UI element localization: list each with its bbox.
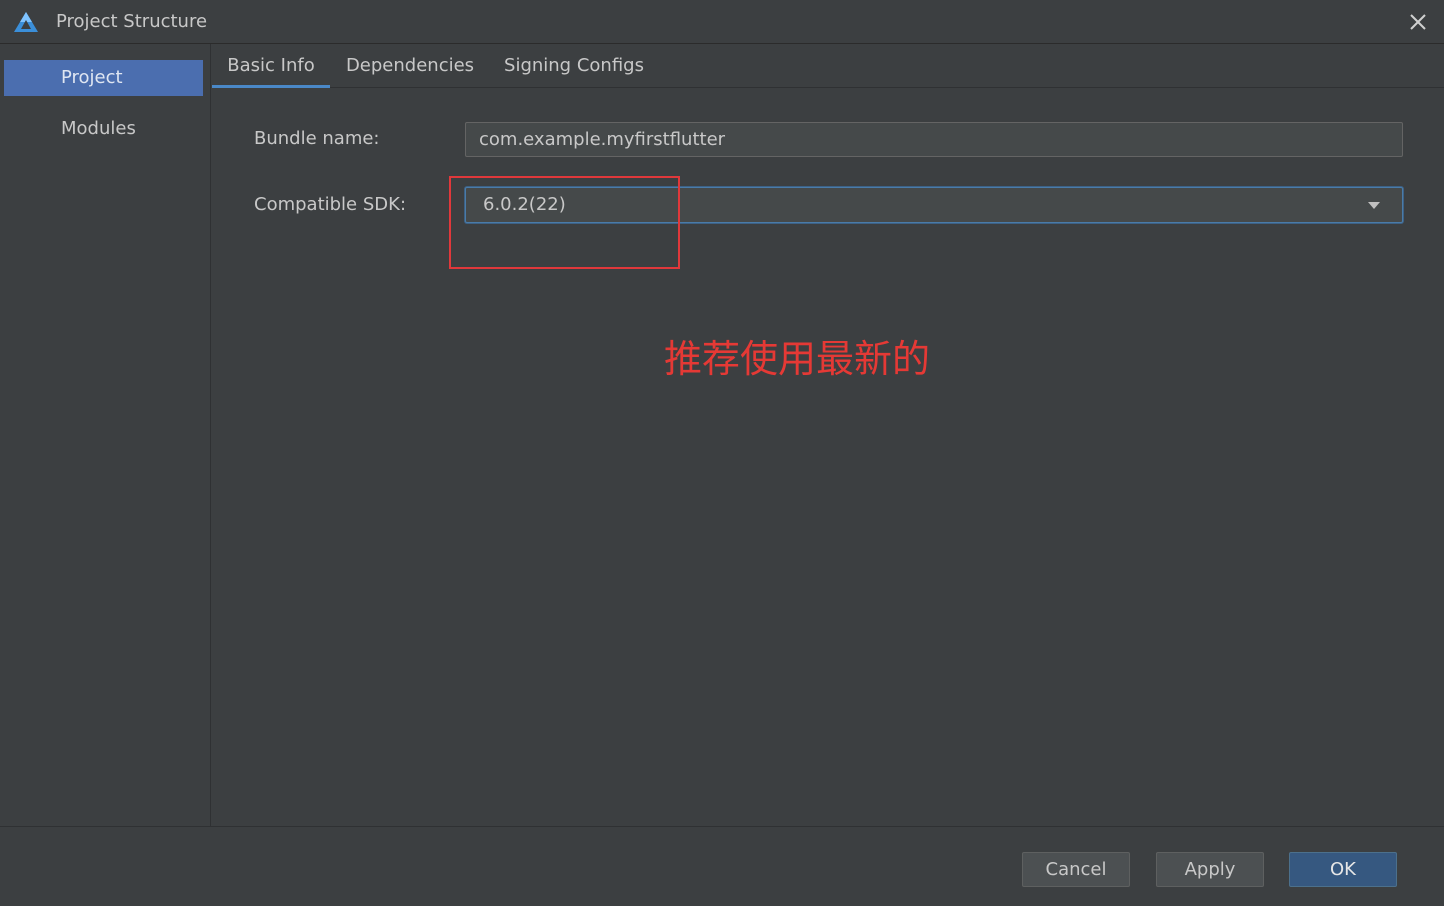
main-content: Basic Info Dependencies Signing Configs … [212, 44, 1444, 826]
sidebar-item-project[interactable]: Project [4, 60, 203, 96]
title-bar: Project Structure [0, 0, 1444, 44]
apply-button[interactable]: Apply [1156, 852, 1264, 887]
chevron-down-icon[interactable] [1368, 202, 1380, 209]
dialog-footer: Cancel Apply OK [0, 826, 1444, 906]
project-structure-dialog: Project Structure Project Modules Basic … [0, 0, 1444, 906]
tab-bar: Basic Info Dependencies Signing Configs [212, 44, 1444, 88]
bundle-name-field[interactable]: com.example.myfirstflutter [465, 122, 1403, 157]
dialog-title: Project Structure [56, 11, 208, 32]
annotation-text: 推荐使用最新的 [664, 337, 931, 381]
tab-basic-info[interactable]: Basic Info [212, 44, 330, 88]
compatible-sdk-label: Compatible SDK: [254, 194, 407, 215]
ok-button[interactable]: OK [1289, 852, 1397, 887]
cancel-button[interactable]: Cancel [1022, 852, 1130, 887]
harmony-app-icon [14, 12, 38, 32]
bundle-name-label: Bundle name: [254, 128, 380, 149]
annotation-highlight-box [449, 176, 680, 269]
close-icon[interactable] [1404, 8, 1432, 36]
sidebar: Project Modules [0, 44, 211, 826]
tab-signing-configs[interactable]: Signing Configs [496, 44, 652, 88]
tab-dependencies[interactable]: Dependencies [340, 44, 480, 88]
sidebar-item-modules[interactable]: Modules [4, 111, 203, 147]
